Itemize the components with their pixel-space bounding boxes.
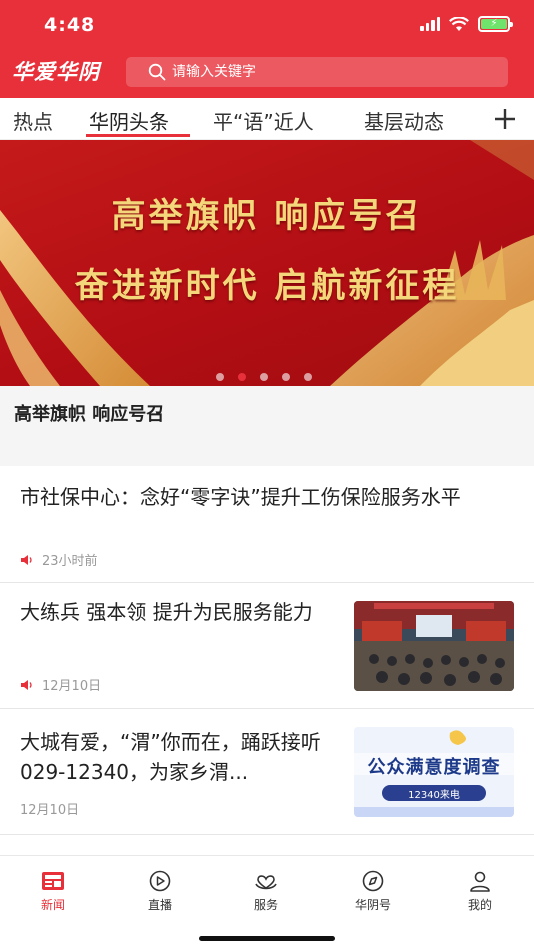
nav-label: 直播 bbox=[147, 898, 172, 912]
search-icon bbox=[148, 63, 166, 81]
nav-label: 华阴号 bbox=[354, 898, 391, 912]
carousel-dot[interactable] bbox=[216, 373, 224, 381]
news-item[interactable]: 大城有爱，“渭”你而在，踊跃接听029-12340，为家乡渭... 12月10日… bbox=[0, 709, 534, 835]
news-meta: 23小时前 bbox=[20, 550, 98, 569]
audio-icon bbox=[21, 554, 32, 565]
carousel-dot[interactable] bbox=[260, 373, 268, 381]
news-time: 12月10日 bbox=[42, 679, 102, 694]
search-input[interactable] bbox=[172, 64, 472, 80]
wifi-icon bbox=[449, 16, 469, 31]
nav-news[interactable]: 新闻 bbox=[13, 870, 93, 913]
cellular-signal-icon bbox=[420, 17, 440, 31]
app-logo: 华爱华阴 bbox=[12, 59, 100, 84]
news-meta: 12月10日 bbox=[20, 799, 79, 818]
nav-profile[interactable]: 我的 bbox=[440, 870, 520, 913]
news-item[interactable]: 市社保中心：念好“零字诀”提升工伤保险服务水平 23小时前 bbox=[0, 466, 534, 583]
news-title: 大城有爱，“渭”你而在，踊跃接听029-12340，为家乡渭... bbox=[20, 730, 321, 784]
service-icon bbox=[255, 875, 277, 890]
carousel-dot[interactable] bbox=[282, 373, 290, 381]
tab-grassroots[interactable]: 基层动态 bbox=[364, 106, 444, 135]
status-time: 4:48 bbox=[44, 14, 96, 36]
news-time: 12月10日 bbox=[20, 803, 80, 818]
news-thumbnail-meeting bbox=[354, 601, 514, 691]
news-thumbnail-survey: 公众满意度调查 12340来电 bbox=[354, 727, 514, 817]
news-title: 大练兵 强本领 提升为民服务能力 bbox=[20, 600, 313, 624]
carousel-indicator bbox=[216, 373, 312, 381]
channel-tabs: 热点 华阴头条 平“语”近人 基层动态 bbox=[0, 98, 534, 140]
nav-huayin-account[interactable]: 华阴号 bbox=[333, 870, 413, 913]
status-icons: ⚡ bbox=[420, 16, 513, 32]
compass-icon bbox=[362, 870, 384, 892]
banner-headline-1: 高举旗帜 响应号召 bbox=[111, 196, 423, 236]
app-header: 4:48 ⚡ 华爱华阴 bbox=[0, 0, 534, 98]
nav-live[interactable]: 直播 bbox=[120, 870, 200, 913]
survey-poster-subtitle: 12340来电 bbox=[408, 790, 460, 801]
tab-quotes[interactable]: 平“语”近人 bbox=[213, 106, 314, 135]
nav-label: 服务 bbox=[253, 898, 278, 912]
nav-label: 我的 bbox=[467, 898, 492, 912]
banner-caption[interactable]: 高举旗帜 响应号召 bbox=[0, 386, 534, 466]
tab-headlines[interactable]: 华阴头条 bbox=[89, 106, 169, 135]
home-indicator bbox=[199, 936, 335, 941]
news-meta: 12月10日 bbox=[20, 675, 101, 694]
tab-hot[interactable]: 热点 bbox=[13, 106, 53, 135]
battery-icon: ⚡ bbox=[478, 16, 513, 32]
banner-headline-2: 奋进新时代 启航新征程 bbox=[74, 266, 460, 306]
audio-icon bbox=[21, 679, 32, 690]
news-time: 23小时前 bbox=[42, 554, 98, 569]
hero-banner[interactable]: 高举旗帜 响应号召 奋进新时代 启航新征程 bbox=[0, 140, 534, 386]
nav-label: 新闻 bbox=[40, 898, 65, 912]
nav-service[interactable]: 服务 bbox=[226, 870, 306, 913]
profile-icon bbox=[470, 871, 490, 892]
news-title: 市社保中心：念好“零字诀”提升工伤保险服务水平 bbox=[20, 485, 461, 509]
carousel-dot[interactable] bbox=[304, 373, 312, 381]
news-item[interactable]: 大练兵 强本领 提升为民服务能力 12月10日 bbox=[0, 583, 534, 709]
status-bar: 4:48 ⚡ bbox=[0, 0, 534, 50]
survey-poster-title: 公众满意度调查 bbox=[367, 757, 501, 778]
add-channel-icon[interactable] bbox=[492, 106, 518, 132]
active-tab-indicator bbox=[86, 134, 190, 137]
live-icon bbox=[149, 870, 171, 892]
news-icon bbox=[42, 872, 64, 890]
search-bar[interactable] bbox=[126, 57, 508, 87]
carousel-dot-active[interactable] bbox=[238, 373, 246, 381]
